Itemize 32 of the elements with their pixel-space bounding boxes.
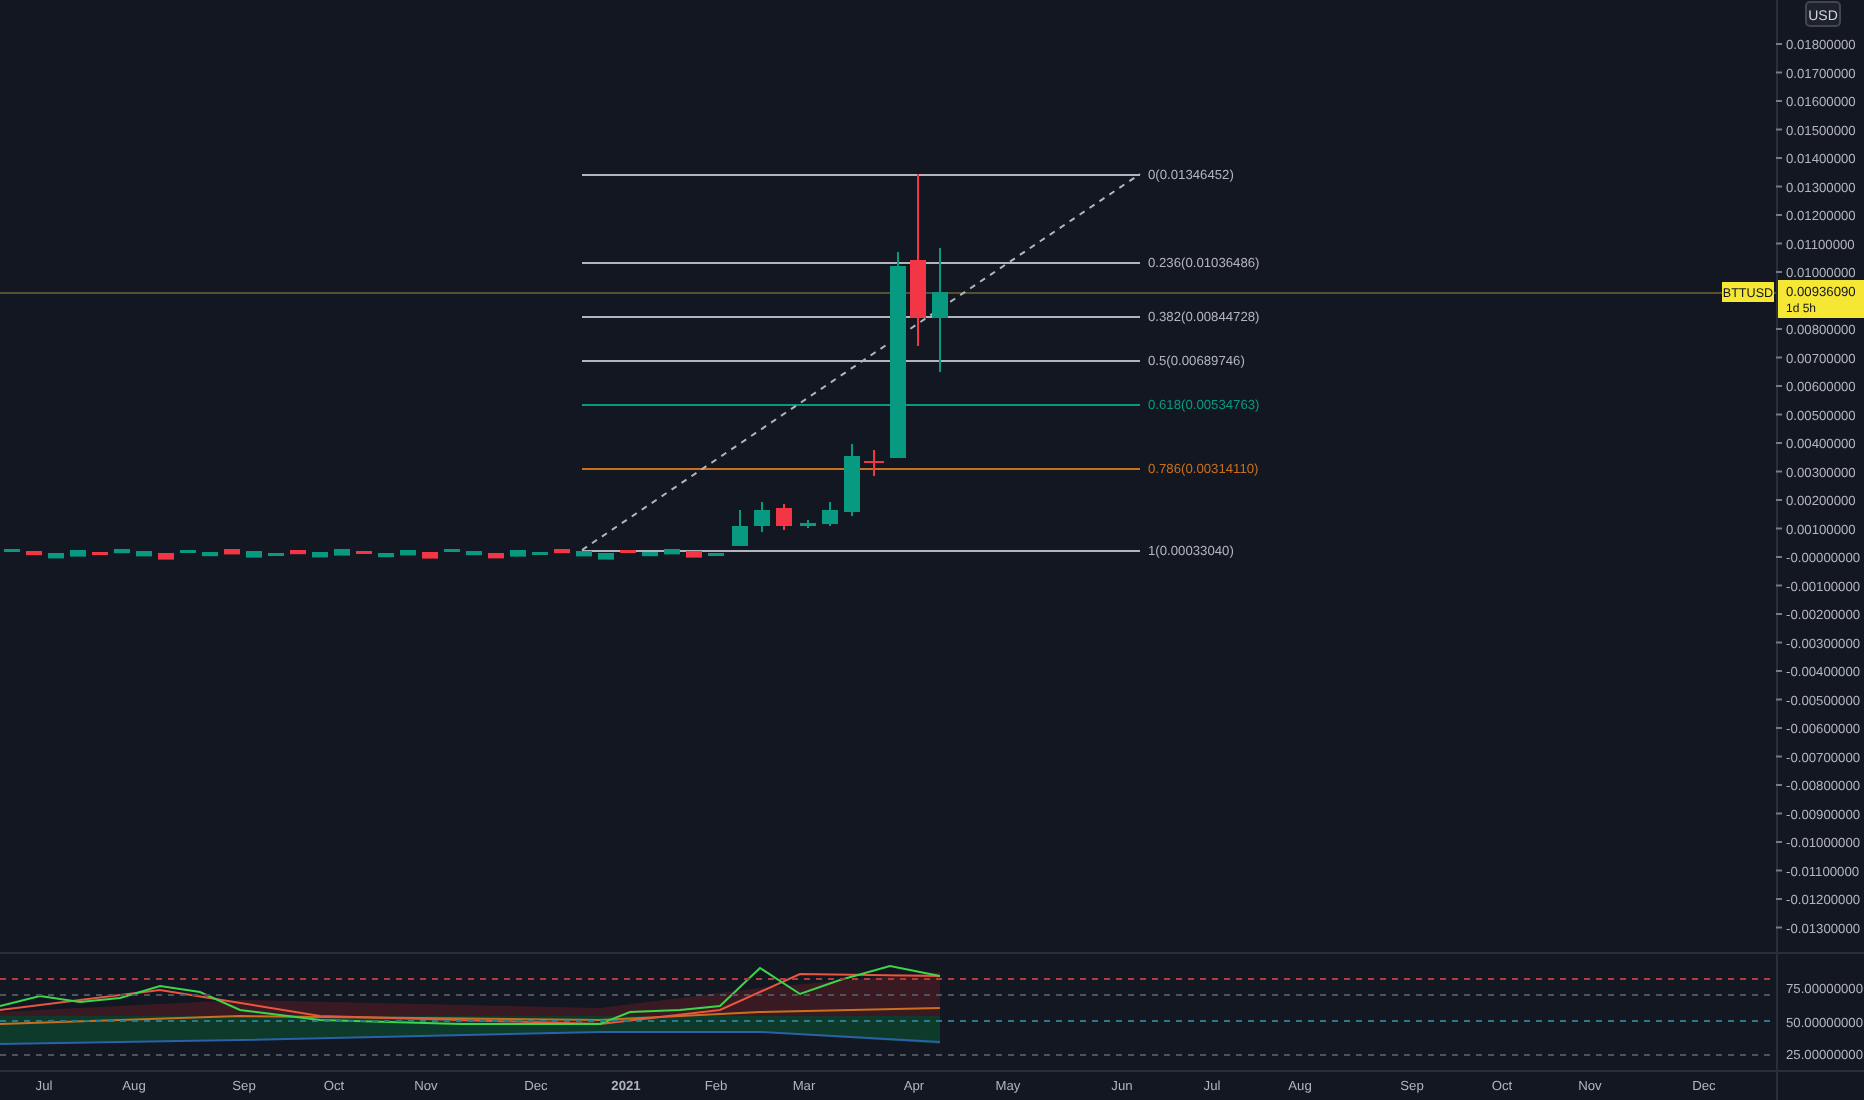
candle	[844, 443, 860, 517]
candle	[158, 553, 174, 560]
candle	[863, 449, 885, 477]
candle	[510, 550, 526, 557]
candle	[312, 552, 328, 558]
candle	[290, 550, 306, 555]
candle	[732, 509, 748, 547]
candle	[466, 551, 482, 556]
candle	[932, 247, 948, 373]
candle	[664, 549, 680, 555]
candle	[70, 550, 86, 557]
candle	[136, 551, 152, 557]
candle	[246, 551, 262, 558]
candle	[488, 553, 504, 559]
candle	[26, 551, 42, 556]
candle	[800, 519, 816, 529]
candle	[224, 549, 240, 555]
candle	[776, 503, 792, 531]
candle	[334, 549, 350, 556]
candle	[202, 552, 218, 557]
candle	[754, 501, 770, 533]
candle	[642, 552, 658, 557]
candle	[554, 549, 570, 554]
candle	[400, 550, 416, 556]
candle	[48, 553, 64, 559]
candle	[686, 551, 702, 558]
candle	[378, 553, 394, 558]
candle	[598, 553, 614, 560]
candle	[576, 551, 592, 557]
candle	[422, 552, 438, 559]
candle	[822, 501, 838, 527]
candle	[114, 549, 130, 554]
